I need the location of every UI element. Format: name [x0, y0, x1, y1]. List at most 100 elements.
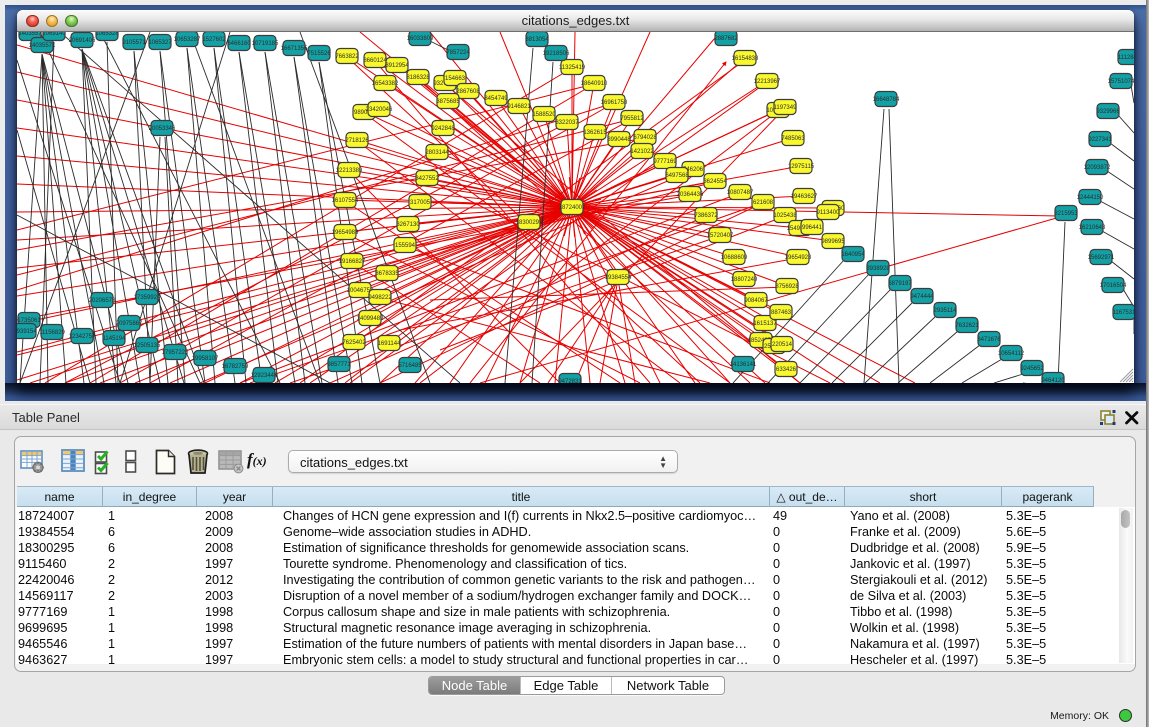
svg-text:16961758: 16961758: [601, 100, 628, 106]
svg-text:19958107: 19958107: [192, 356, 219, 362]
svg-text:8990448: 8990448: [607, 137, 631, 143]
svg-text:8660124: 8660124: [363, 58, 387, 64]
svg-text:9498222: 9498222: [368, 295, 392, 301]
svg-text:317005: 317005: [410, 200, 431, 206]
svg-text:2718126: 2718126: [345, 138, 369, 144]
svg-text:11156829: 11156829: [39, 330, 65, 336]
svg-text:1112843: 1112843: [1118, 55, 1134, 61]
svg-text:17016504: 17016504: [1100, 283, 1127, 289]
svg-text:633426: 633426: [776, 367, 797, 373]
svg-text:6794028: 6794028: [633, 135, 657, 141]
svg-text:9146821: 9146821: [507, 104, 531, 110]
svg-text:16033809: 16033809: [407, 36, 434, 42]
svg-text:20691406: 20691406: [69, 38, 96, 44]
svg-text:19654923: 19654923: [785, 255, 812, 261]
svg-text:20364436: 20364436: [677, 192, 704, 198]
svg-text:1167531: 1167531: [1113, 310, 1134, 316]
svg-text:7515526: 7515526: [307, 51, 331, 57]
svg-text:8186328: 8186328: [406, 75, 430, 81]
svg-text:3875685: 3875685: [436, 99, 460, 105]
svg-text:8938928: 8938928: [866, 266, 890, 272]
svg-text:12923448: 12923448: [251, 373, 278, 379]
svg-text:8322037: 8322037: [555, 120, 579, 126]
svg-text:12342757: 12342757: [69, 334, 96, 340]
svg-text:9242848: 9242848: [431, 126, 455, 132]
svg-text:15720407: 15720407: [707, 233, 734, 239]
svg-text:10653287: 10653287: [174, 37, 201, 43]
svg-text:10719185: 10719185: [252, 41, 279, 47]
svg-text:12444150: 12444150: [1077, 195, 1104, 201]
svg-text:6497568: 6497568: [665, 173, 689, 179]
svg-text:9245652: 9245652: [1020, 366, 1044, 372]
svg-text:16648784: 16648784: [873, 97, 900, 103]
svg-text:7955812: 7955812: [620, 116, 644, 122]
svg-text:8471676: 8471676: [977, 337, 1001, 343]
svg-text:1640954: 1640954: [841, 252, 865, 258]
svg-text:9474444: 9474444: [910, 294, 934, 300]
svg-text:6879197: 6879197: [888, 281, 912, 287]
svg-text:1065327: 1065327: [148, 40, 172, 46]
svg-text:7485063: 7485063: [781, 136, 805, 142]
svg-text:155594: 155594: [395, 243, 416, 249]
svg-text:3912954: 3912954: [385, 63, 409, 69]
svg-text:3267130: 3267130: [396, 222, 420, 228]
svg-text:8215953: 8215953: [1054, 211, 1078, 217]
svg-text:20975867: 20975867: [116, 321, 143, 327]
svg-text:2867608: 2867608: [456, 89, 480, 95]
svg-text:7632621: 7632621: [955, 323, 979, 329]
svg-text:1588520: 1588520: [532, 112, 556, 118]
svg-text:9472831: 9472831: [558, 379, 582, 383]
svg-text:8756928: 8756928: [775, 284, 799, 290]
svg-text:18300295: 18300295: [516, 220, 543, 226]
svg-text:18724007: 18724007: [559, 205, 586, 211]
svg-text:16154838: 16154838: [732, 56, 759, 62]
svg-text:220514: 220514: [772, 342, 793, 348]
svg-text:16782759: 16782759: [222, 364, 249, 370]
svg-text:12975115: 12975115: [788, 164, 815, 170]
svg-text:6466160: 6466160: [227, 41, 251, 47]
svg-text:2069140: 2069140: [42, 32, 66, 37]
svg-text:9113400: 9113400: [817, 210, 841, 216]
svg-text:12093872: 12093872: [1084, 165, 1111, 171]
svg-text:18640910: 18640910: [581, 81, 608, 87]
svg-text:19463627: 19463627: [791, 194, 818, 200]
svg-text:621608: 621608: [753, 200, 774, 206]
svg-text:9227341: 9227341: [1088, 137, 1112, 143]
svg-text:2935114: 2935114: [934, 308, 958, 314]
svg-text:17359924: 17359924: [134, 295, 161, 301]
svg-text:16543382: 16543382: [372, 81, 399, 87]
svg-text:1527602: 1527602: [202, 37, 226, 43]
svg-text:15751074: 15751074: [1108, 79, 1134, 85]
svg-text:10807487: 10807487: [727, 190, 754, 196]
svg-text:19384554: 19384554: [605, 275, 632, 281]
svg-text:9899695: 9899695: [821, 239, 845, 245]
svg-text:1362615: 1362615: [583, 130, 607, 136]
svg-text:17957225: 17957225: [162, 350, 189, 356]
svg-text:1421022: 1421022: [630, 149, 654, 155]
svg-text:7663822: 7663822: [335, 54, 359, 60]
svg-text:19218506: 19218506: [543, 51, 570, 57]
svg-text:14136141: 14136141: [730, 362, 757, 368]
svg-text:5716485: 5716485: [398, 363, 422, 369]
svg-text:16671355: 16671355: [281, 46, 308, 52]
svg-text:19654983: 19654983: [332, 230, 359, 236]
svg-text:11325419: 11325419: [559, 65, 586, 71]
svg-text:9105571: 9105571: [122, 40, 146, 46]
svg-text:1065328: 1065328: [95, 32, 119, 37]
svg-text:16107554: 16107554: [332, 198, 359, 204]
svg-text:12213389: 12213389: [336, 168, 363, 174]
svg-text:9857771: 9857771: [327, 362, 351, 368]
svg-text:2887682: 2887682: [714, 36, 738, 42]
svg-text:7857224: 7857224: [446, 50, 470, 56]
svg-text:154663: 154663: [445, 76, 466, 82]
svg-text:10688609: 10688609: [721, 255, 748, 261]
svg-text:15692971: 15692971: [1088, 255, 1115, 261]
svg-text:7386372: 7386372: [694, 213, 718, 219]
svg-text:8813054: 8813054: [525, 37, 549, 43]
svg-text:1691144: 1691144: [378, 341, 402, 347]
svg-text:12213967: 12213967: [754, 79, 781, 85]
svg-text:9329966: 9329966: [1096, 109, 1120, 115]
svg-text:3624554: 3624554: [703, 179, 727, 185]
svg-text:20053346: 20053346: [149, 126, 176, 132]
svg-text:12505135: 12505135: [134, 343, 161, 349]
